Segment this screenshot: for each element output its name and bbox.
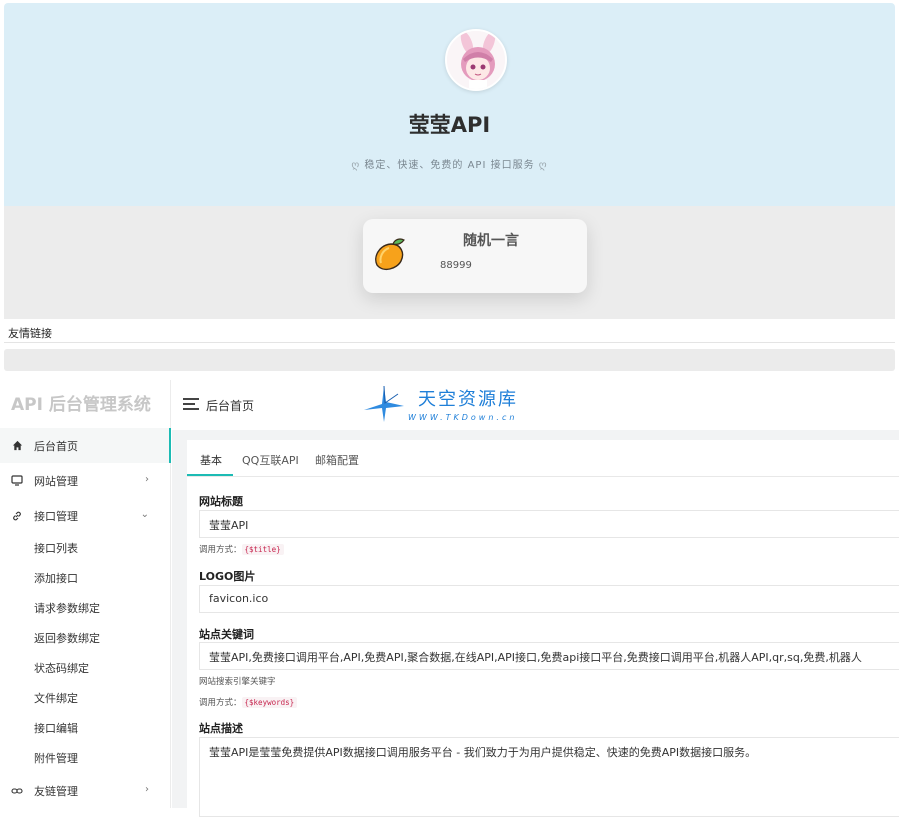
quote-title: 随机一言 [463, 233, 519, 249]
title-code: {$title} [241, 544, 284, 555]
admin-topbar: 后台首页 天空资源库 WWW.TKDown.cn [172, 380, 895, 430]
submenu-item-add-api[interactable]: 添加接口 [0, 563, 171, 593]
chevron-right-icon: › [145, 474, 149, 485]
submenu-item-request-params[interactable]: 请求参数绑定 [0, 593, 171, 623]
random-quote-card[interactable]: 随机一言 88999 [363, 219, 587, 293]
site-title-label: 网站标题 [199, 495, 243, 508]
sidebar-item-label: 接口管理 [34, 509, 78, 523]
admin-brand: API 后台管理系统 [11, 395, 151, 415]
menu-toggle-icon[interactable] [183, 398, 199, 410]
submenu-item-return-params[interactable]: 返回参数绑定 [0, 623, 171, 653]
keywords-usage-hint: 调用方式： {$keywords} [199, 696, 298, 708]
hint-prefix: 调用方式： [199, 545, 242, 555]
watermark-title: 天空资源库 [418, 389, 518, 410]
quote-left-icon: ღ [351, 160, 361, 171]
description-label: 站点描述 [199, 722, 243, 735]
chevron-down-icon: ⌄ [140, 509, 149, 520]
settings-tabs: 基本 QQ互联API 邮箱配置 [187, 440, 899, 477]
keywords-hint: 网站搜索引擎关键字 [199, 677, 276, 687]
submenu-item-file-binding[interactable]: 文件绑定 [0, 683, 171, 713]
site-hero: 莹莹API ღ 稳定、快速、免费的 API 接口服务 ღ [4, 3, 895, 206]
site-title-input[interactable]: 莹莹API [199, 510, 899, 538]
star-logo-icon [364, 385, 404, 422]
tab-basic[interactable]: 基本 [200, 452, 222, 468]
tab-qq-connect[interactable]: QQ互联API [242, 452, 299, 468]
quote-right-icon: ღ [538, 160, 548, 171]
settings-panel: 基本 QQ互联API 邮箱配置 网站标题 莹莹API 调用方式： {$title}… [187, 440, 899, 817]
active-tab-indicator [187, 474, 233, 476]
chevron-right-icon: › [145, 784, 149, 795]
sidebar-item-label: 友链管理 [34, 784, 78, 798]
keywords-label: 站点关键词 [199, 628, 254, 641]
breadcrumb[interactable]: 后台首页 [206, 397, 254, 414]
watermark-logo: 天空资源库 WWW.TKDown.cn [362, 382, 537, 426]
admin-sidebar: API 后台管理系统 后台首页 网站管理 › 接口管理 ⌄ 接口列表 添加接口 … [0, 380, 171, 808]
sidebar-item-label: 网站管理 [34, 474, 78, 488]
logo-input[interactable]: favicon.ico [199, 585, 899, 613]
link-icon [11, 510, 23, 522]
site-title: 莹莹API [408, 113, 491, 137]
site-subtitle: ღ 稳定、快速、免费的 API 接口服务 ღ [4, 156, 895, 171]
friend-links-heading: 友情链接 [4, 320, 895, 343]
anime-avatar-icon [447, 31, 505, 89]
tab-email-config[interactable]: 邮箱配置 [315, 452, 359, 468]
submenu-item-attachments[interactable]: 附件管理 [0, 743, 171, 773]
site-avatar[interactable] [445, 29, 507, 91]
keywords-code: {$keywords} [241, 697, 298, 708]
sidebar-menu: 后台首页 网站管理 › 接口管理 ⌄ 接口列表 添加接口 请求参数绑定 返回参数… [0, 428, 171, 808]
sidebar-item-label: 后台首页 [34, 439, 78, 453]
home-icon [11, 440, 23, 452]
logo-label: LOGO图片 [199, 570, 256, 583]
mango-icon [375, 238, 405, 271]
description-textarea[interactable]: 莹莹API是莹莹免费提供API数据接口调用服务平台 - 我们致力于为用户提供稳定… [199, 737, 899, 817]
footer-bar [4, 349, 895, 371]
submenu-item-status-codes[interactable]: 状态码绑定 [0, 653, 171, 683]
quote-text: 88999 [440, 260, 472, 271]
hint-prefix: 调用方式： [199, 698, 242, 708]
sidebar-item-home[interactable]: 后台首页 [0, 428, 171, 463]
sidebar-item-site-manage[interactable]: 网站管理 › [0, 463, 171, 498]
sidebar-item-friend-links[interactable]: 友链管理 › [0, 773, 171, 808]
sidebar-item-api-manage[interactable]: 接口管理 ⌄ [0, 498, 171, 533]
link-icon [11, 785, 23, 797]
submenu-item-api-list[interactable]: 接口列表 [0, 533, 171, 563]
submenu-item-api-edit[interactable]: 接口编辑 [0, 713, 171, 743]
monitor-icon [11, 475, 23, 487]
title-usage-hint: 调用方式： {$title} [199, 543, 284, 555]
site-subtitle-text: 稳定、快速、免费的 API 接口服务 [364, 160, 535, 171]
watermark-url: WWW.TKDown.cn [408, 413, 518, 422]
keywords-input[interactable]: 莹莹API,免费接口调用平台,API,免费API,聚合数据,在线API,API接… [199, 642, 899, 670]
